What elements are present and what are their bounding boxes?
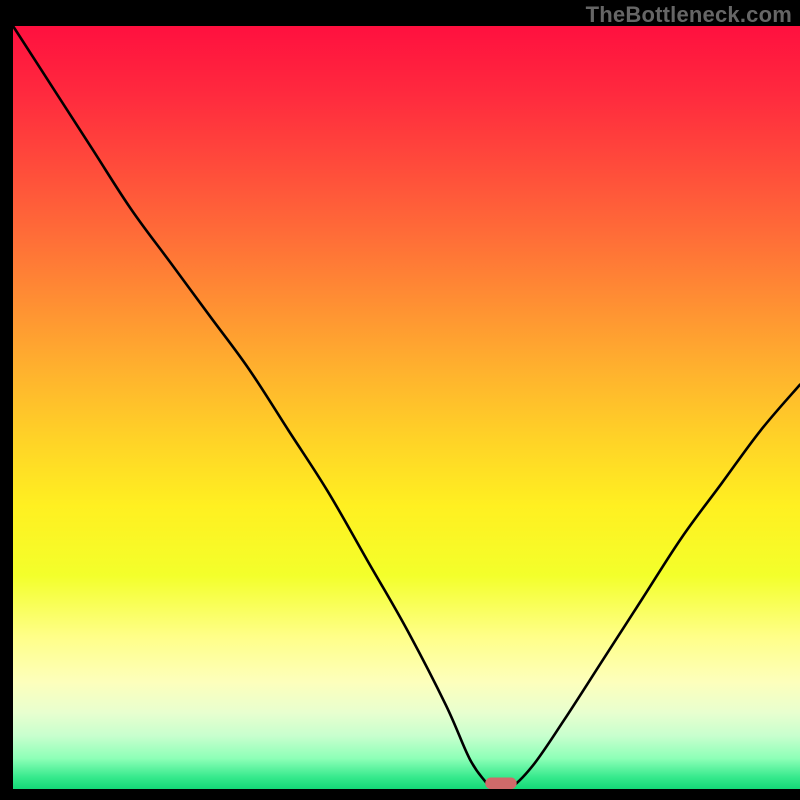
optimal-marker xyxy=(485,778,516,789)
bottleneck-chart xyxy=(0,0,800,800)
chart-container: TheBottleneck.com xyxy=(0,0,800,800)
chart-plot-bg xyxy=(13,26,800,789)
